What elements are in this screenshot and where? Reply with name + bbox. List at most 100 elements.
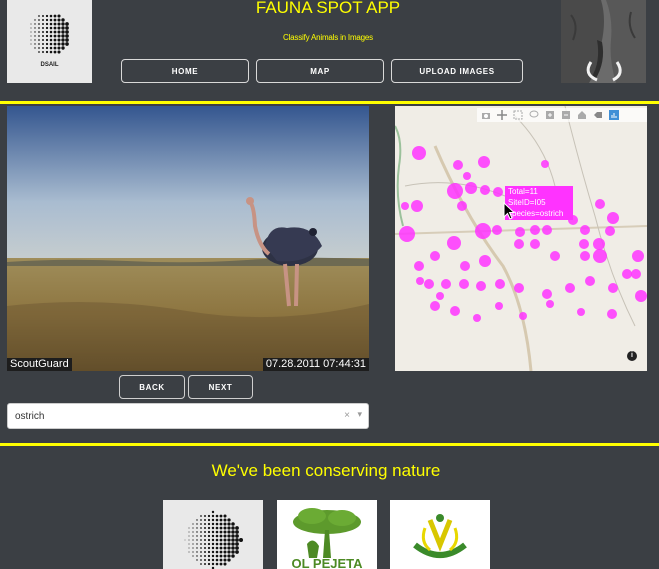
lasso-icon[interactable] <box>529 110 539 120</box>
map-marker[interactable] <box>412 146 426 160</box>
map-marker[interactable] <box>541 160 549 168</box>
map-marker[interactable] <box>436 292 444 300</box>
map-marker[interactable] <box>447 236 461 250</box>
plotly-logo-icon[interactable] <box>609 110 619 120</box>
species-select[interactable]: ostrich × ▾ <box>7 403 369 429</box>
species-select-value: ostrich <box>15 410 45 422</box>
halftone-dot <box>61 38 65 42</box>
map-marker[interactable] <box>450 306 460 316</box>
camera-icon[interactable] <box>481 110 491 120</box>
halftone-dot <box>231 522 235 526</box>
map-marker[interactable] <box>514 239 524 249</box>
map-marker[interactable] <box>605 226 615 236</box>
map-marker[interactable] <box>542 225 552 235</box>
sponsor-kenya-wildlife-logo <box>390 500 490 569</box>
map-marker[interactable] <box>635 290 647 302</box>
halftone-dot <box>57 38 61 42</box>
zoom-out-icon[interactable] <box>561 110 571 120</box>
map-marker[interactable] <box>593 249 607 263</box>
halftone-dot <box>196 555 198 557</box>
map-marker[interactable] <box>495 279 505 289</box>
map-marker[interactable] <box>519 312 527 320</box>
map-marker[interactable] <box>492 225 502 235</box>
home-button[interactable]: HOME <box>121 59 249 83</box>
map-marker[interactable] <box>447 183 463 199</box>
map-marker[interactable] <box>580 225 590 235</box>
map-marker[interactable] <box>565 283 575 293</box>
map-marker[interactable] <box>579 239 589 249</box>
map-marker[interactable] <box>479 255 491 267</box>
map-marker[interactable] <box>453 160 463 170</box>
map-marker[interactable] <box>473 314 481 322</box>
map-marker[interactable] <box>414 261 424 271</box>
map-marker[interactable] <box>608 283 618 293</box>
map-marker[interactable] <box>542 289 552 299</box>
halftone-dot <box>207 546 211 550</box>
halftone-dot <box>204 531 206 533</box>
map-marker[interactable] <box>441 279 451 289</box>
map-marker[interactable] <box>546 300 554 308</box>
halftone-dot <box>30 31 32 33</box>
home-icon[interactable] <box>577 110 587 120</box>
upload-images-button[interactable]: UPLOAD IMAGES <box>391 59 523 83</box>
map-marker[interactable] <box>530 225 540 235</box>
halftone-dot <box>57 18 61 22</box>
map-button[interactable]: MAP <box>256 59 384 83</box>
map-marker[interactable] <box>631 269 641 279</box>
map-marker[interactable] <box>411 200 423 212</box>
halftone-dot <box>200 531 202 533</box>
map-marker[interactable] <box>585 276 595 286</box>
halftone-dot <box>227 526 231 530</box>
map-marker[interactable] <box>401 202 409 210</box>
halftone-dot <box>215 562 219 566</box>
map-marker[interactable] <box>530 239 540 249</box>
map-canvas[interactable] <box>395 106 647 371</box>
map-marker[interactable] <box>577 308 585 316</box>
clear-selection-icon[interactable]: × <box>344 410 350 421</box>
map-marker[interactable] <box>478 156 490 168</box>
map-marker[interactable] <box>607 309 617 319</box>
next-button[interactable]: NEXT <box>188 375 253 399</box>
map-marker[interactable] <box>424 279 434 289</box>
map-marker[interactable] <box>593 238 605 250</box>
map-marker[interactable] <box>480 185 490 195</box>
halftone-dot <box>38 51 40 53</box>
halftone-dot <box>184 539 186 541</box>
map-marker[interactable] <box>475 223 491 239</box>
halftone-dot <box>239 538 243 542</box>
map-marker[interactable] <box>595 199 605 209</box>
map-marker[interactable] <box>463 172 471 180</box>
box-select-icon[interactable] <box>513 110 523 120</box>
map-marker[interactable] <box>460 261 470 271</box>
map-marker[interactable] <box>416 277 424 285</box>
map-marker[interactable] <box>430 301 440 311</box>
map-marker[interactable] <box>399 226 415 242</box>
halftone-dot <box>45 50 49 54</box>
back-button[interactable]: BACK <box>119 375 185 399</box>
map-marker[interactable] <box>476 281 486 291</box>
halftone-dot <box>192 523 194 525</box>
map-marker[interactable] <box>515 227 525 237</box>
map-marker[interactable] <box>607 212 619 224</box>
halftone-dot <box>45 46 49 50</box>
map-marker[interactable] <box>632 250 644 262</box>
map-marker[interactable] <box>430 251 440 261</box>
map-marker[interactable] <box>459 279 469 289</box>
map-info-icon[interactable]: i <box>627 351 637 361</box>
map-marker[interactable] <box>465 182 477 194</box>
map-marker[interactable] <box>580 251 590 261</box>
halftone-dot <box>215 554 219 558</box>
chevron-down-icon[interactable]: ▾ <box>357 409 362 420</box>
map-marker[interactable] <box>514 283 524 293</box>
pan-icon[interactable] <box>497 110 507 120</box>
halftone-dot <box>211 522 215 526</box>
map-marker[interactable] <box>493 187 503 197</box>
map-marker[interactable] <box>495 302 503 310</box>
halftone-dot <box>34 19 36 21</box>
sightings-map[interactable]: Total=11 SiteID=I05 species=ostrich i <box>395 106 647 371</box>
autoscale-icon[interactable] <box>593 110 603 120</box>
map-marker[interactable] <box>550 251 560 261</box>
zoom-in-icon[interactable] <box>545 110 555 120</box>
map-marker[interactable] <box>622 269 632 279</box>
map-marker[interactable] <box>457 201 467 211</box>
